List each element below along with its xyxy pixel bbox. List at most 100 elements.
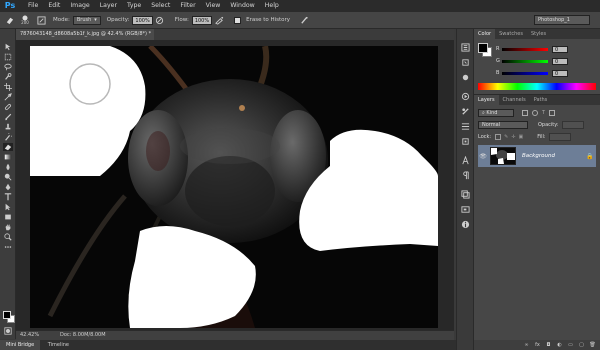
menu-edit[interactable]: Edit bbox=[43, 0, 65, 12]
pen-tool-icon[interactable] bbox=[3, 183, 13, 191]
blue-slider[interactable] bbox=[502, 71, 548, 75]
layer-row-background[interactable]: 👁 Background 🔒 bbox=[478, 145, 596, 167]
dodge-tool-icon[interactable] bbox=[3, 173, 13, 181]
eyedropper-tool-icon[interactable] bbox=[3, 93, 13, 101]
document-tab[interactable]: 7876043148_d8608a5b1f_k.jpg @ 42.4% (RGB… bbox=[16, 29, 154, 48]
opacity-field[interactable]: 100% bbox=[132, 15, 153, 25]
properties-panel-icon[interactable] bbox=[460, 58, 470, 67]
menu-filter[interactable]: Filter bbox=[175, 0, 200, 12]
tab-mini-bridge[interactable]: Mini Bridge bbox=[0, 340, 41, 350]
fill-field[interactable] bbox=[548, 132, 571, 141]
menu-file[interactable]: File bbox=[23, 0, 43, 12]
menu-select[interactable]: Select bbox=[146, 0, 175, 12]
tab-swatches[interactable]: Swatches bbox=[495, 29, 527, 39]
lock-position-icon[interactable]: ✛ bbox=[511, 134, 515, 140]
lasso-tool-icon[interactable] bbox=[3, 63, 13, 71]
tab-layers[interactable]: Layers bbox=[474, 95, 499, 105]
history-brush-tool-icon[interactable] bbox=[3, 133, 13, 141]
menu-window[interactable]: Window bbox=[225, 0, 259, 12]
color-panel-foreground-swatch[interactable] bbox=[478, 43, 488, 53]
clone-stamp-tool-icon[interactable] bbox=[3, 123, 13, 131]
lock-image-icon[interactable]: ✎ bbox=[504, 134, 508, 140]
layer-style-icon[interactable]: fx bbox=[534, 342, 541, 349]
rectangle-tool-icon[interactable] bbox=[3, 213, 13, 221]
menu-type[interactable]: Type bbox=[122, 0, 146, 12]
menu-help[interactable]: Help bbox=[260, 0, 284, 12]
menu-layer[interactable]: Layer bbox=[95, 0, 122, 12]
quick-mask-icon[interactable] bbox=[3, 327, 13, 335]
document-canvas[interactable] bbox=[30, 46, 438, 328]
flow-field[interactable]: 100% bbox=[191, 15, 213, 25]
brush-panel-icon-right[interactable] bbox=[460, 73, 470, 82]
tab-paths[interactable]: Paths bbox=[530, 95, 552, 105]
brush-panel-icon[interactable] bbox=[36, 15, 46, 25]
lock-all-icon[interactable]: ▣ bbox=[519, 134, 524, 140]
eraser-tool-icon[interactable] bbox=[4, 15, 14, 25]
tool-presets-icon[interactable] bbox=[460, 137, 470, 146]
eye-icon[interactable]: 👁 bbox=[478, 153, 488, 160]
hand-tool-icon[interactable] bbox=[3, 223, 13, 231]
zoom-level[interactable]: 42.42% bbox=[20, 331, 39, 340]
crop-tool-icon[interactable] bbox=[3, 83, 13, 91]
blend-mode-dropdown[interactable]: Normal bbox=[478, 120, 528, 129]
layer-opacity-field[interactable] bbox=[561, 120, 584, 129]
airbrush-icon[interactable] bbox=[214, 15, 224, 25]
color-spectrum-bar[interactable] bbox=[478, 83, 596, 90]
filter-type-icon[interactable]: T bbox=[542, 110, 545, 116]
mode-value: Brush bbox=[76, 16, 92, 23]
filter-adjustment-icon[interactable] bbox=[532, 109, 538, 116]
blur-tool-icon[interactable] bbox=[3, 163, 13, 171]
eraser-tool-icon-active[interactable] bbox=[2, 143, 13, 151]
red-value[interactable]: 0 bbox=[552, 45, 568, 53]
history-panel-icon[interactable] bbox=[460, 43, 470, 52]
menu-view[interactable]: View bbox=[201, 0, 226, 12]
layer-comps-icon[interactable] bbox=[460, 190, 470, 199]
move-tool-icon[interactable] bbox=[3, 43, 13, 51]
add-mask-icon[interactable]: ◘ bbox=[545, 342, 552, 349]
canvas-area[interactable] bbox=[16, 40, 454, 330]
character-panel-icon[interactable] bbox=[460, 156, 470, 165]
delete-layer-icon[interactable]: 🗑 bbox=[589, 342, 596, 349]
foreground-color-swatch[interactable] bbox=[3, 311, 11, 319]
lock-transparent-icon[interactable] bbox=[495, 133, 502, 140]
navigator-panel-icon[interactable] bbox=[460, 205, 470, 214]
paragraph-panel-icon[interactable] bbox=[460, 171, 470, 180]
brush-tool-icon[interactable] bbox=[3, 113, 13, 121]
pressure-size-icon[interactable] bbox=[299, 15, 309, 25]
green-value[interactable]: 0 bbox=[552, 57, 568, 65]
workspace-dropdown[interactable]: Photoshop_1 bbox=[534, 15, 590, 25]
info-panel-icon[interactable] bbox=[460, 220, 470, 229]
filter-pixel-icon[interactable] bbox=[522, 109, 528, 116]
quick-selection-tool-icon[interactable] bbox=[3, 73, 13, 81]
adjustments-panel-icon[interactable] bbox=[460, 107, 470, 116]
tab-styles[interactable]: Styles bbox=[527, 29, 550, 39]
styles-panel-icon[interactable] bbox=[460, 122, 470, 131]
green-slider[interactable] bbox=[502, 59, 548, 63]
path-selection-tool-icon[interactable] bbox=[3, 203, 13, 211]
brush-preset-picker[interactable]: 200 bbox=[18, 15, 32, 25]
document-size[interactable]: Doc: 8.00M/8.00M bbox=[60, 331, 106, 340]
tab-channels[interactable]: Channels bbox=[499, 95, 530, 105]
tab-timeline[interactable]: Timeline bbox=[42, 340, 75, 350]
more-tools-icon[interactable] bbox=[3, 243, 13, 251]
erase-to-history-checkbox[interactable] bbox=[234, 16, 242, 24]
menu-image[interactable]: Image bbox=[65, 0, 94, 12]
red-slider[interactable] bbox=[502, 47, 548, 51]
actions-panel-icon[interactable] bbox=[460, 92, 470, 101]
pressure-opacity-icon[interactable] bbox=[155, 15, 165, 25]
search-icon: ⌕ bbox=[482, 109, 485, 116]
mode-dropdown[interactable]: Brush ▾ bbox=[72, 15, 101, 25]
new-layer-icon[interactable]: ▢ bbox=[578, 342, 585, 349]
tab-color[interactable]: Color bbox=[474, 29, 496, 39]
healing-brush-tool-icon[interactable] bbox=[3, 103, 13, 111]
zoom-tool-icon[interactable] bbox=[3, 233, 13, 241]
type-tool-icon[interactable] bbox=[3, 193, 13, 201]
new-group-icon[interactable]: ▭ bbox=[567, 342, 574, 349]
filter-shape-icon[interactable] bbox=[549, 109, 556, 116]
marquee-tool-icon[interactable] bbox=[3, 53, 13, 61]
link-layers-icon[interactable]: ∞ bbox=[523, 342, 530, 349]
blue-value[interactable]: 0 bbox=[552, 69, 568, 77]
gradient-tool-icon[interactable] bbox=[3, 153, 13, 161]
layer-kind-filter[interactable]: ⌕ Kind bbox=[478, 108, 514, 117]
adjustment-layer-icon[interactable]: ◐ bbox=[556, 342, 563, 349]
